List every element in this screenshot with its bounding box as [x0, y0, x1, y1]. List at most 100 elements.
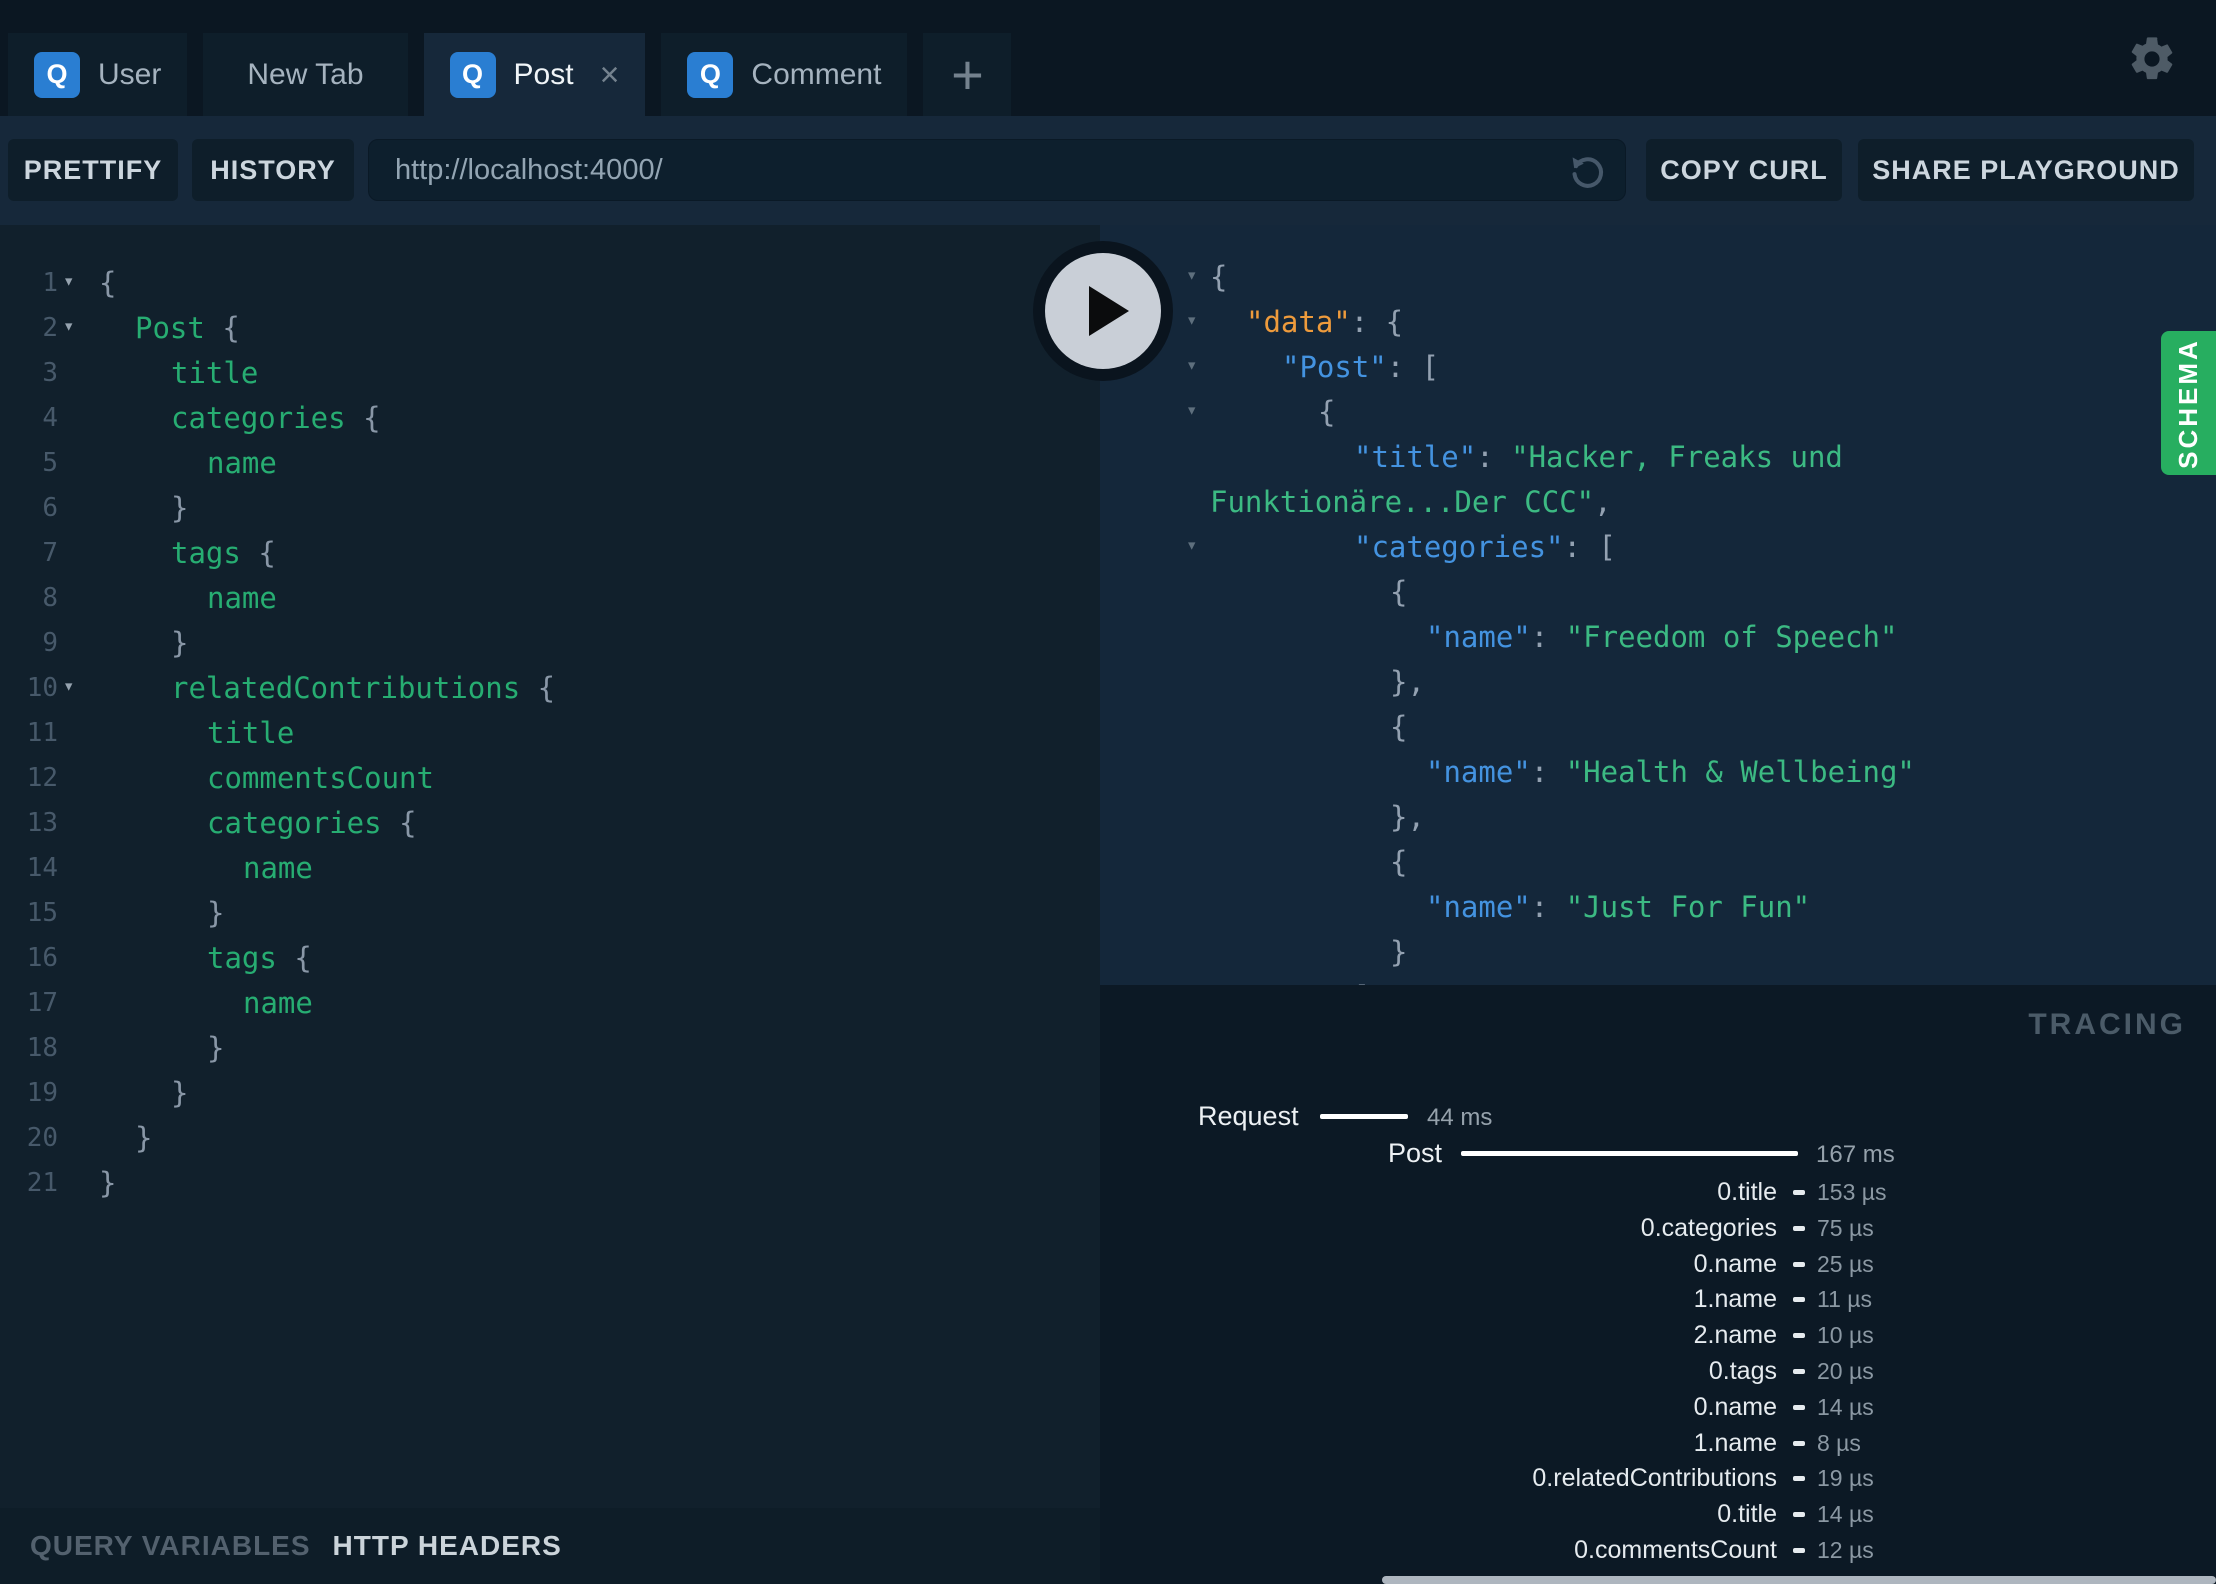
- response-line: Funktionäre...Der CCC",: [1100, 480, 2216, 525]
- editor-line: 17 name: [0, 981, 1100, 1026]
- settings-gear-icon[interactable]: [2126, 33, 2178, 85]
- editor-line-content: title: [171, 351, 258, 396]
- editor-line-content: }: [99, 1161, 116, 1206]
- editor-line: 4 categories {: [0, 396, 1100, 441]
- response-line-content: {: [1318, 390, 1335, 435]
- token: tags: [207, 941, 295, 975]
- line-number: 7: [42, 538, 58, 568]
- response-line-content: "Post": [: [1282, 345, 1439, 390]
- line-number: 1: [42, 268, 58, 298]
- editor-line: 18}: [0, 1026, 1100, 1071]
- token: name: [243, 851, 313, 885]
- tab-post[interactable]: Q Post ×: [423, 33, 646, 116]
- share-playground-button[interactable]: SHARE PLAYGROUND: [1858, 139, 2194, 201]
- tracing-post-label: Post: [1388, 1138, 1443, 1168]
- fold-arrow-icon[interactable]: ▾: [63, 259, 74, 304]
- token: :: [1530, 755, 1566, 789]
- tracing-row: 0.relatedContributions 19 µs: [1100, 1462, 2216, 1494]
- response-line: ▾ "categories": [: [1100, 525, 2216, 570]
- execute-button[interactable]: [1033, 241, 1173, 381]
- query-variables-tab[interactable]: QUERY VARIABLES: [30, 1530, 311, 1562]
- tracing-field-value: 20 µs: [1817, 1358, 1874, 1384]
- editor-line: 16 tags {: [0, 936, 1100, 981]
- editor-line-content: relatedContributions {: [171, 666, 555, 711]
- http-headers-tab[interactable]: HTTP HEADERS: [333, 1530, 562, 1562]
- token: {: [1210, 260, 1228, 294]
- tab-label: Post: [513, 57, 574, 91]
- token: },: [1390, 800, 1425, 834]
- editor-line-content: name: [243, 981, 313, 1026]
- fold-arrow-icon[interactable]: ▾: [63, 304, 74, 349]
- schema-sidebar-tab[interactable]: SCHEMA: [2161, 331, 2216, 475]
- editor-bottom-bar: QUERY VARIABLES HTTP HEADERS: [0, 1508, 1100, 1584]
- editor-line: 21}: [0, 1161, 1100, 1206]
- response-line: },: [1100, 660, 2216, 705]
- editor-line-content: categories {: [171, 396, 381, 441]
- tracing-dash: [1793, 1440, 1805, 1446]
- tab-label: New Tab: [247, 57, 364, 91]
- reload-schema-icon[interactable]: [1567, 150, 1609, 192]
- collapse-arrow-icon[interactable]: ▾: [1186, 523, 1197, 568]
- response-line-content: "data": {: [1246, 300, 1403, 345]
- collapse-arrow-icon[interactable]: ▾: [1186, 298, 1197, 343]
- tracing-dash: [1793, 1369, 1805, 1374]
- line-number: 19: [26, 1078, 58, 1108]
- response-line-content: ]: [1354, 975, 1371, 985]
- collapse-arrow-icon[interactable]: ▾: [1186, 343, 1197, 388]
- add-tab-button[interactable]: +: [923, 33, 1012, 116]
- token: }: [207, 1031, 225, 1065]
- response-line: "name": "Just For Fun": [1100, 885, 2216, 930]
- tab-new-tab[interactable]: New Tab: [203, 33, 408, 116]
- query-badge: Q: [34, 51, 80, 98]
- query-badge: Q: [687, 51, 734, 98]
- editor-line-content: {: [99, 261, 116, 306]
- tracing-field-value: 14 µs: [1817, 1501, 1874, 1528]
- line-number: 4: [42, 403, 58, 433]
- tab-user[interactable]: Q User: [8, 33, 188, 116]
- tracing-horizontal-scrollbar[interactable]: [1382, 1576, 2216, 1584]
- history-button[interactable]: HISTORY: [192, 139, 354, 201]
- token: {: [537, 671, 556, 705]
- response-line: ▾ "Post": [: [1100, 345, 2216, 390]
- query-code: 1 ▾{2 ▾ Post {3 title 4 categories {5 name 6} 7 ta…: [0, 261, 1100, 1206]
- query-editor[interactable]: 1 ▾{2 ▾ Post {3 title 4 categories {5 name 6} 7 ta…: [0, 225, 1100, 1508]
- token: Funktionäre...Der CCC": [1210, 485, 1595, 519]
- tracing-field-label: 2.name: [1693, 1321, 1777, 1350]
- tracing-dash: [1793, 1297, 1805, 1303]
- tracing-row: 1.name 8 µs: [1100, 1427, 2216, 1459]
- fold-arrow-icon[interactable]: ▾: [63, 664, 74, 709]
- line-number: 17: [26, 988, 58, 1018]
- token: title: [171, 356, 259, 390]
- tracing-dash: [1793, 1225, 1805, 1231]
- tab-comment[interactable]: Q Comment: [661, 33, 908, 116]
- collapse-arrow-icon[interactable]: ▾: [1186, 253, 1197, 298]
- line-number: 20: [26, 1123, 58, 1153]
- tracing-row: 0.tags 20 µs: [1100, 1355, 2216, 1387]
- response-line: "name": "Health & Wellbeing": [1100, 750, 2216, 795]
- editor-line-content: }: [171, 1071, 188, 1116]
- schema-tab-label: SCHEMA: [2173, 337, 2204, 469]
- prettify-button[interactable]: PRETTIFY: [8, 139, 178, 201]
- graphql-playground-window: Q User New Tab Q Post × Q Comment + PRETTIFY HIS…: [0, 0, 2216, 1584]
- endpoint-url-input[interactable]: http://localhost:4000/: [368, 139, 1626, 201]
- tracing-field-value: 19 µs: [1817, 1465, 1874, 1492]
- editor-line-content: }: [171, 621, 188, 666]
- token: "name": [1426, 620, 1531, 654]
- line-number: 15: [26, 898, 58, 928]
- token: "Hacker, Freaks und: [1511, 440, 1843, 474]
- response-line-content: "categories": [: [1354, 525, 1616, 570]
- line-number: 11: [26, 718, 58, 748]
- tracing-field-label: 0.name: [1693, 1249, 1777, 1278]
- tracing-title: TRACING: [2028, 1008, 2186, 1041]
- close-tab-icon[interactable]: ×: [600, 58, 620, 92]
- line-number: 10: [26, 673, 58, 703]
- tracing-field-value: 8 µs: [1817, 1429, 1861, 1456]
- response-line-content: "name": "Health & Wellbeing": [1426, 750, 1915, 795]
- tracing-field-label: 1.name: [1693, 1428, 1777, 1457]
- response-line-content: "name": "Freedom of Speech": [1426, 615, 1897, 660]
- token: }: [171, 1076, 189, 1110]
- response-line: ]: [1100, 975, 2216, 985]
- copy-curl-button[interactable]: COPY CURL: [1646, 139, 1842, 201]
- collapse-arrow-icon[interactable]: ▾: [1186, 388, 1197, 433]
- token: : [: [1563, 530, 1616, 564]
